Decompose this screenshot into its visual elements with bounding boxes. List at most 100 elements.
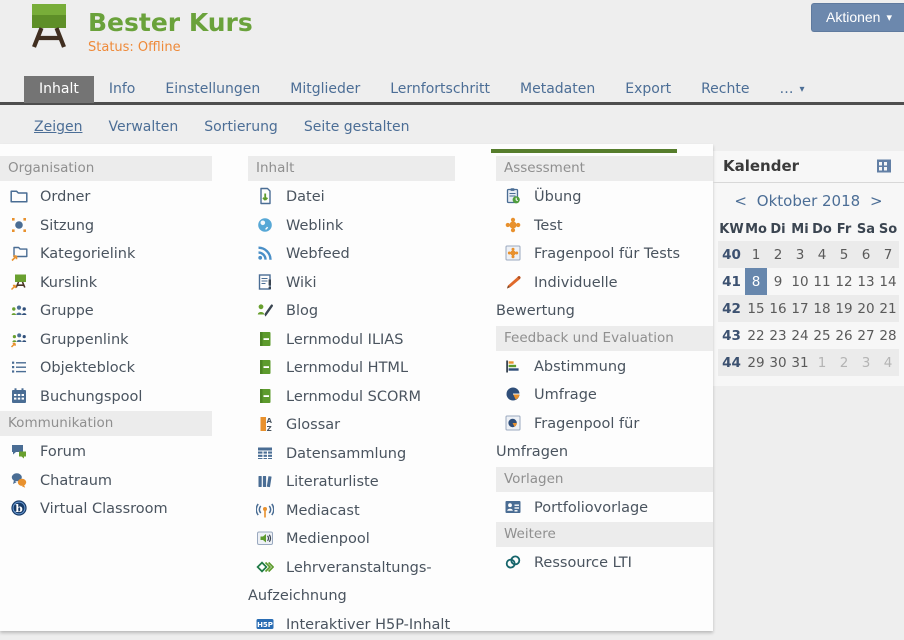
calendar-week-number[interactable]: 43 (718, 322, 745, 349)
calendar-day[interactable]: 15 (745, 295, 767, 322)
item-sitzung[interactable]: Sitzung (0, 212, 248, 241)
learning-module-icon (256, 387, 274, 405)
tab-einstellungen[interactable]: Einstellungen (150, 76, 275, 103)
calendar-day[interactable]: 26 (833, 322, 855, 349)
item-literaturliste[interactable]: Literaturliste (248, 468, 460, 497)
calendar-day[interactable]: 21 (877, 295, 899, 322)
learning-module-icon (256, 330, 274, 348)
item-portfoliovorlage[interactable]: Portfoliovorlage (496, 494, 692, 523)
item-test[interactable]: Test (496, 212, 692, 241)
calendar-day[interactable]: 2 (833, 349, 855, 376)
calendar-day[interactable]: 1 (811, 349, 833, 376)
calendar-day[interactable]: 20 (855, 295, 877, 322)
item-glossar[interactable]: AZGlossar (248, 411, 460, 440)
item-weblink[interactable]: Weblink (248, 212, 460, 241)
calendar-day[interactable]: 1 (745, 241, 767, 268)
subtab-verwalten[interactable]: Verwalten (108, 119, 178, 135)
tab-lernfortschritt[interactable]: Lernfortschritt (375, 76, 505, 103)
subtab-seite-gestalten[interactable]: Seite gestalten (304, 119, 410, 135)
subtab-sortierung[interactable]: Sortierung (204, 119, 278, 135)
calendar-grid-icon[interactable] (876, 158, 892, 174)
item-blog[interactable]: Blog (248, 297, 460, 326)
calendar-day[interactable]: 8 (745, 268, 767, 295)
calendar-day[interactable]: 4 (811, 241, 833, 268)
calendar-day[interactable]: 3 (855, 349, 877, 376)
item-medienpool[interactable]: Medienpool (248, 525, 460, 554)
item-gruppe[interactable]: Gruppe (0, 297, 248, 326)
item-fragenpool-fur-umfragen[interactable]: Fragenpool für Umfragen (496, 410, 692, 467)
item-lernmodul-scorm[interactable]: Lernmodul SCORM (248, 383, 460, 412)
item-forum[interactable]: Forum (0, 438, 248, 467)
calendar-next-button[interactable]: > (865, 192, 888, 210)
item-objekteblock[interactable]: Objekteblock (0, 354, 248, 383)
calendar-day[interactable]: 23 (767, 322, 789, 349)
item-ressource-lti[interactable]: Ressource LTI (496, 549, 692, 578)
calendar-day[interactable]: 16 (767, 295, 789, 322)
calendar-day[interactable]: 30 (767, 349, 789, 376)
calendar-day[interactable]: 18 (811, 295, 833, 322)
item-fragenpool-fur-tests[interactable]: Fragenpool für Tests (496, 240, 692, 269)
item-virtual-classroom[interactable]: bVirtual Classroom (0, 495, 248, 524)
tab-export[interactable]: Export (610, 76, 686, 103)
item-label: Portfoliovorlage (534, 500, 648, 516)
calendar-week-number[interactable]: 40 (718, 241, 745, 268)
item-webfeed[interactable]: Webfeed (248, 240, 460, 269)
calendar-day[interactable]: 14 (877, 268, 899, 295)
calendar-day[interactable]: 10 (789, 268, 811, 295)
calendar-day[interactable]: 11 (811, 268, 833, 295)
calendar-day[interactable]: 28 (877, 322, 899, 349)
item-wiki[interactable]: Wiki (248, 269, 460, 298)
item-interaktiver-h5p-inhalt[interactable]: H5PInteraktiver H5P-Inhalt (248, 611, 460, 632)
item-datensammlung[interactable]: Datensammlung (248, 440, 460, 469)
tab-rechte[interactable]: Rechte (686, 76, 764, 103)
calendar-day[interactable]: 13 (855, 268, 877, 295)
calendar-day[interactable]: 3 (789, 241, 811, 268)
portfolio-template-icon (504, 498, 522, 516)
subtab-zeigen[interactable]: Zeigen (34, 119, 82, 135)
calendar-day[interactable]: 22 (745, 322, 767, 349)
calendar-prev-button[interactable]: < (729, 192, 752, 210)
calendar-week-number[interactable]: 44 (718, 349, 745, 376)
calendar-day[interactable]: 9 (767, 268, 789, 295)
tab-mitglieder[interactable]: Mitglieder (275, 76, 375, 103)
page-header: Bester Kurs Status: Offline Aktionen (0, 0, 904, 70)
item-kategorielink[interactable]: Kategorielink (0, 240, 248, 269)
calendar-day[interactable]: 5 (833, 241, 855, 268)
item-abstimmung[interactable]: Abstimmung (496, 353, 692, 382)
calendar-day[interactable]: 12 (833, 268, 855, 295)
calendar-week-number[interactable]: 41 (718, 268, 745, 295)
item-datei[interactable]: Datei (248, 183, 460, 212)
object-block-icon (10, 358, 28, 376)
tab-metadaten[interactable]: Metadaten (505, 76, 610, 103)
item-chatraum[interactable]: Chatraum (0, 467, 248, 496)
calendar-day[interactable]: 17 (789, 295, 811, 322)
item-ordner[interactable]: Ordner (0, 183, 248, 212)
calendar-week-number[interactable]: 42 (718, 295, 745, 322)
tab-info[interactable]: Info (94, 76, 151, 103)
calendar-day[interactable]: 27 (855, 322, 877, 349)
item-mediacast[interactable]: Mediacast (248, 497, 460, 526)
calendar-day[interactable]: 7 (877, 241, 899, 268)
item-individuelle-bewertung[interactable]: Individuelle Bewertung (496, 269, 692, 326)
calendar-day[interactable]: 19 (833, 295, 855, 322)
item-lernmodul-html[interactable]: Lernmodul HTML (248, 354, 460, 383)
item-label: Glossar (286, 417, 340, 433)
exercise-icon (504, 187, 522, 205)
tab-more[interactable]: … (764, 76, 819, 103)
item-ubung[interactable]: Übung (496, 183, 692, 212)
item-lehrveranstaltungs-aufzeichnung[interactable]: Lehrveranstaltungs-Aufzeichnung (248, 554, 460, 611)
tab-inhalt[interactable]: Inhalt (24, 76, 94, 103)
calendar-day[interactable]: 2 (767, 241, 789, 268)
calendar-day[interactable]: 31 (789, 349, 811, 376)
calendar-day[interactable]: 6 (855, 241, 877, 268)
calendar-day[interactable]: 24 (789, 322, 811, 349)
calendar-day[interactable]: 29 (745, 349, 767, 376)
item-kurslink[interactable]: Kurslink (0, 269, 248, 298)
item-buchungspool[interactable]: Buchungspool (0, 383, 248, 412)
item-lernmodul-ilias[interactable]: Lernmodul ILIAS (248, 326, 460, 355)
calendar-day[interactable]: 25 (811, 322, 833, 349)
actions-button[interactable]: Aktionen (811, 3, 904, 32)
calendar-day[interactable]: 4 (877, 349, 899, 376)
item-gruppenlink[interactable]: Gruppenlink (0, 326, 248, 355)
item-umfrage[interactable]: Umfrage (496, 381, 692, 410)
